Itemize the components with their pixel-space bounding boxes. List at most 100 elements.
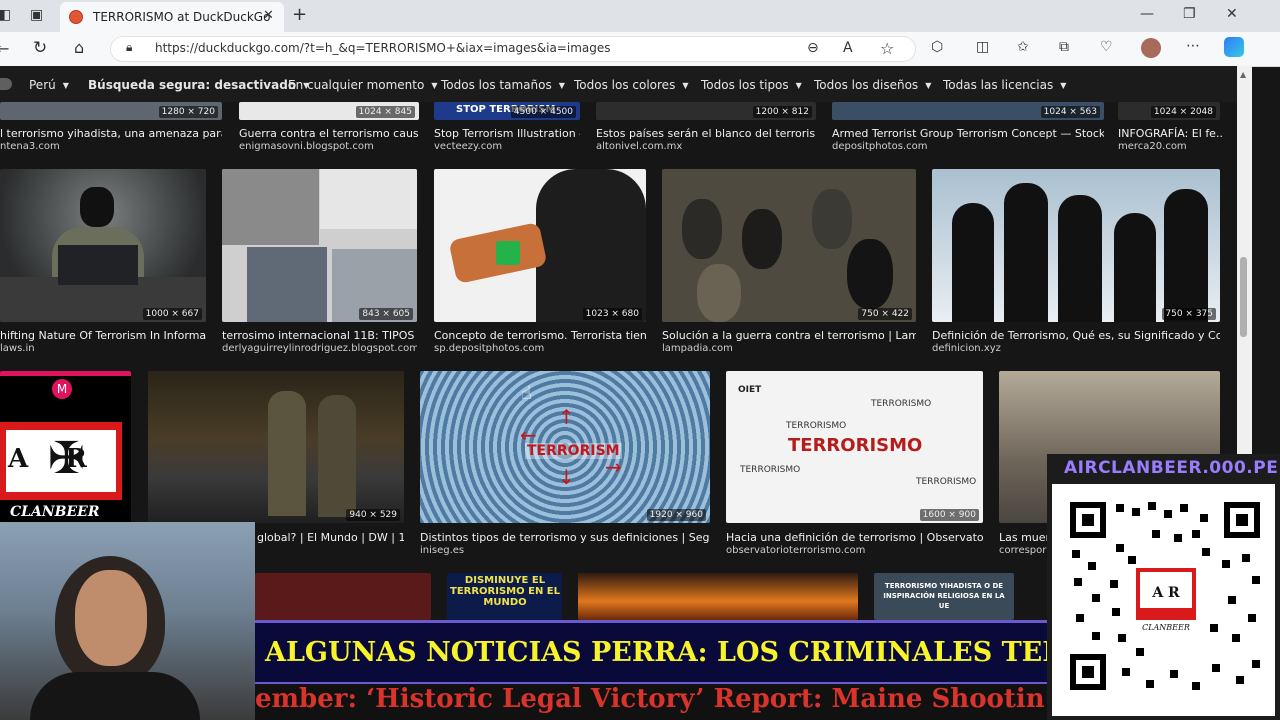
zoom-icon[interactable]: ⊖	[807, 40, 819, 56]
refresh-icon[interactable]: ↻	[33, 38, 47, 58]
profile-avatar[interactable]	[1141, 38, 1161, 58]
image-text: TERRORISMO	[871, 399, 932, 409]
new-tab-button[interactable]: +	[292, 4, 307, 25]
image-result[interactable]: 1023 × 680	[434, 169, 646, 322]
image-text: CLANBEER	[10, 504, 100, 520]
filter-type[interactable]: Todos los tipos ▼	[701, 78, 802, 92]
news-ticker-scroll: ember: ‘Historic Legal Victory’ Report: …	[255, 684, 1047, 720]
result-source[interactable]: observatorioterrorismo.com	[726, 545, 865, 556]
scrollbar-thumb[interactable]	[1240, 257, 1247, 337]
arrow-up-icon: ↑	[558, 405, 575, 429]
result-caption[interactable]: Definición de Terrorismo, Qué es, su Sig…	[932, 329, 1220, 342]
image-result[interactable]: 1024 × 563	[832, 102, 1104, 120]
image-result[interactable]: OIET TERRORISMO TERRORISMO TERRORISMO TE…	[726, 371, 983, 523]
image-logo: OIET	[738, 385, 762, 395]
chevron-down-icon: ▼	[558, 81, 565, 90]
favorites-icon[interactable]: ✩	[1017, 39, 1029, 55]
collections-icon[interactable]: ⧉	[1059, 39, 1069, 55]
result-caption[interactable]: hifting Nature Of Terrorism In Informati…	[0, 329, 206, 342]
close-window-button[interactable]: ✕	[1226, 6, 1238, 22]
result-source[interactable]: iniseg.es	[420, 545, 464, 556]
result-caption[interactable]: Armed Terrorist Group Terrorism Concept …	[832, 127, 1104, 140]
image-result[interactable]	[578, 573, 858, 620]
image-result[interactable]: M A R ✠ CLANBEER	[0, 371, 131, 523]
image-result[interactable]: 1280 × 720	[0, 102, 222, 120]
chevron-down-icon: ▼	[1060, 81, 1067, 90]
result-caption[interactable]: l terrorismo yihadista, una amenaza para…	[0, 127, 222, 140]
result-source[interactable]: enigmasovni.blogspot.com	[239, 141, 374, 152]
result-caption[interactable]: terrosimo internacional 11B: TIPOS DE...	[222, 329, 417, 342]
region-toggle[interactable]	[0, 78, 12, 90]
image-text: TERRORISMO	[786, 421, 847, 431]
image-result[interactable]: 843 × 605	[222, 169, 417, 322]
result-caption[interactable]: Guerra contra el terrorismo causa...	[239, 127, 419, 140]
result-caption[interactable]: Distintos tipos de terrorismo y sus defi…	[420, 531, 710, 544]
image-result[interactable]	[255, 573, 431, 620]
image-result[interactable]: TERRORISMO YIHADISTA O DE INSPIRACIÓN RE…	[874, 573, 1014, 620]
result-source[interactable]: correspor	[999, 545, 1047, 556]
chevron-down-icon: ▼	[431, 81, 438, 90]
image-result[interactable]: 1000 × 667	[0, 169, 206, 322]
image-result[interactable]: 1024 × 2048	[1118, 102, 1220, 120]
image-result[interactable]: TERRORISM ↑ ↓ ← → 1920 × 960	[420, 371, 710, 523]
image-result[interactable]: STOP TERRORISM 4500 × 4500	[434, 102, 580, 120]
read-aloud-icon[interactable]: A	[843, 40, 853, 56]
result-caption[interactable]: Concepto de terrorismo. Terrorista tiene…	[434, 329, 646, 342]
image-result[interactable]: 1024 × 845	[239, 102, 419, 120]
favorite-star-icon[interactable]: ☆	[880, 39, 894, 58]
iron-cross-icon: ✠	[48, 433, 85, 484]
result-source[interactable]: vecteezy.com	[434, 141, 502, 152]
maximize-button[interactable]: ❐	[1183, 6, 1196, 22]
result-caption[interactable]: global? | El Mundo | DW | 15...	[257, 531, 404, 544]
filter-region[interactable]: Perú ▼	[29, 78, 69, 92]
image-result[interactable]: 750 × 375	[932, 169, 1220, 322]
chevron-down-icon: ▼	[795, 81, 802, 90]
image-result[interactable]: 750 × 422	[662, 169, 916, 322]
result-caption[interactable]: Stop Terrorism Illustration 4...	[434, 127, 580, 140]
back-arrow-icon[interactable]: ←	[0, 39, 9, 58]
image-text: TERRORISMO	[916, 477, 977, 487]
result-caption[interactable]: Estos países serán el blanco del terrori…	[596, 127, 816, 140]
result-source[interactable]: derlyaguirreyl​inrodriguez.blogspot.com	[222, 343, 417, 354]
workspaces-icon[interactable]: ◧	[0, 7, 11, 23]
result-caption[interactable]: Las muer	[999, 531, 1047, 544]
result-source[interactable]: merca20.com	[1118, 141, 1187, 152]
settings-more-icon[interactable]: ⋯	[1186, 38, 1200, 54]
extensions-icon[interactable]: ⬡	[931, 39, 943, 55]
chevron-down-icon: ▼	[62, 81, 69, 90]
lock-icon[interactable]: 🔒︎	[126, 40, 132, 55]
image-result[interactable]: DISMINUYE EL TERRORISMO EN EL MUNDO	[447, 573, 562, 620]
result-source[interactable]: altonivel.com.mx	[596, 141, 682, 152]
filter-color[interactable]: Todos los colores ▼	[574, 78, 688, 92]
filter-time[interactable]: En cualquier momento ▼	[288, 78, 438, 92]
filter-safe-search[interactable]: Búsqueda segura: desactivado ▼	[88, 78, 309, 92]
tab-title: TERRORISMO at DuckDuckGo	[93, 10, 271, 24]
home-icon[interactable]: ⌂	[74, 38, 84, 57]
result-caption[interactable]: Hacia una definición de terrorismo | Obs…	[726, 531, 983, 544]
filter-size[interactable]: Todos los tamaños ▼	[441, 78, 565, 92]
result-source[interactable]: depositphotos.com	[832, 141, 927, 152]
ticker-sub-text: ember: ‘Historic Legal Victory’ Report: …	[255, 684, 1045, 714]
tab-close-icon[interactable]: ✕	[263, 8, 274, 23]
active-tab[interactable]: TERRORISMO at DuckDuckGo ✕	[60, 2, 284, 32]
tab-actions-icon[interactable]: ▣	[30, 7, 43, 23]
image-text: TERRORISMO	[788, 435, 923, 456]
webcam-overlay	[0, 522, 255, 720]
result-source[interactable]: ntena3.com	[0, 141, 60, 152]
result-source[interactable]: sp.depositphotos.com	[434, 343, 544, 354]
url-text[interactable]: https://duckduckgo.com/?t=h_&q=TERRORISM…	[155, 41, 611, 55]
filter-license[interactable]: Todas las licencias ▼	[943, 78, 1066, 92]
scroll-up-arrow-icon[interactable]: ▲	[1240, 70, 1246, 79]
image-result[interactable]: 940 × 529	[148, 371, 404, 523]
filter-layout[interactable]: Todos los diseños ▼	[814, 78, 931, 92]
split-screen-icon[interactable]: ◫	[976, 39, 989, 55]
minimize-button[interactable]: —	[1140, 6, 1154, 22]
result-caption[interactable]: Solución a la guerra contra el terrorism…	[662, 329, 916, 342]
result-source[interactable]: laws.in	[0, 343, 35, 354]
result-source[interactable]: lampadia.com	[662, 343, 733, 354]
image-result[interactable]: 1200 × 812	[596, 102, 816, 120]
copilot-icon[interactable]	[1224, 37, 1244, 57]
result-caption[interactable]: INFOGRAFÍA: El fe...	[1118, 127, 1222, 140]
browser-essentials-icon[interactable]: ♡	[1100, 39, 1113, 55]
result-source[interactable]: definicion.xyz	[932, 343, 1001, 354]
